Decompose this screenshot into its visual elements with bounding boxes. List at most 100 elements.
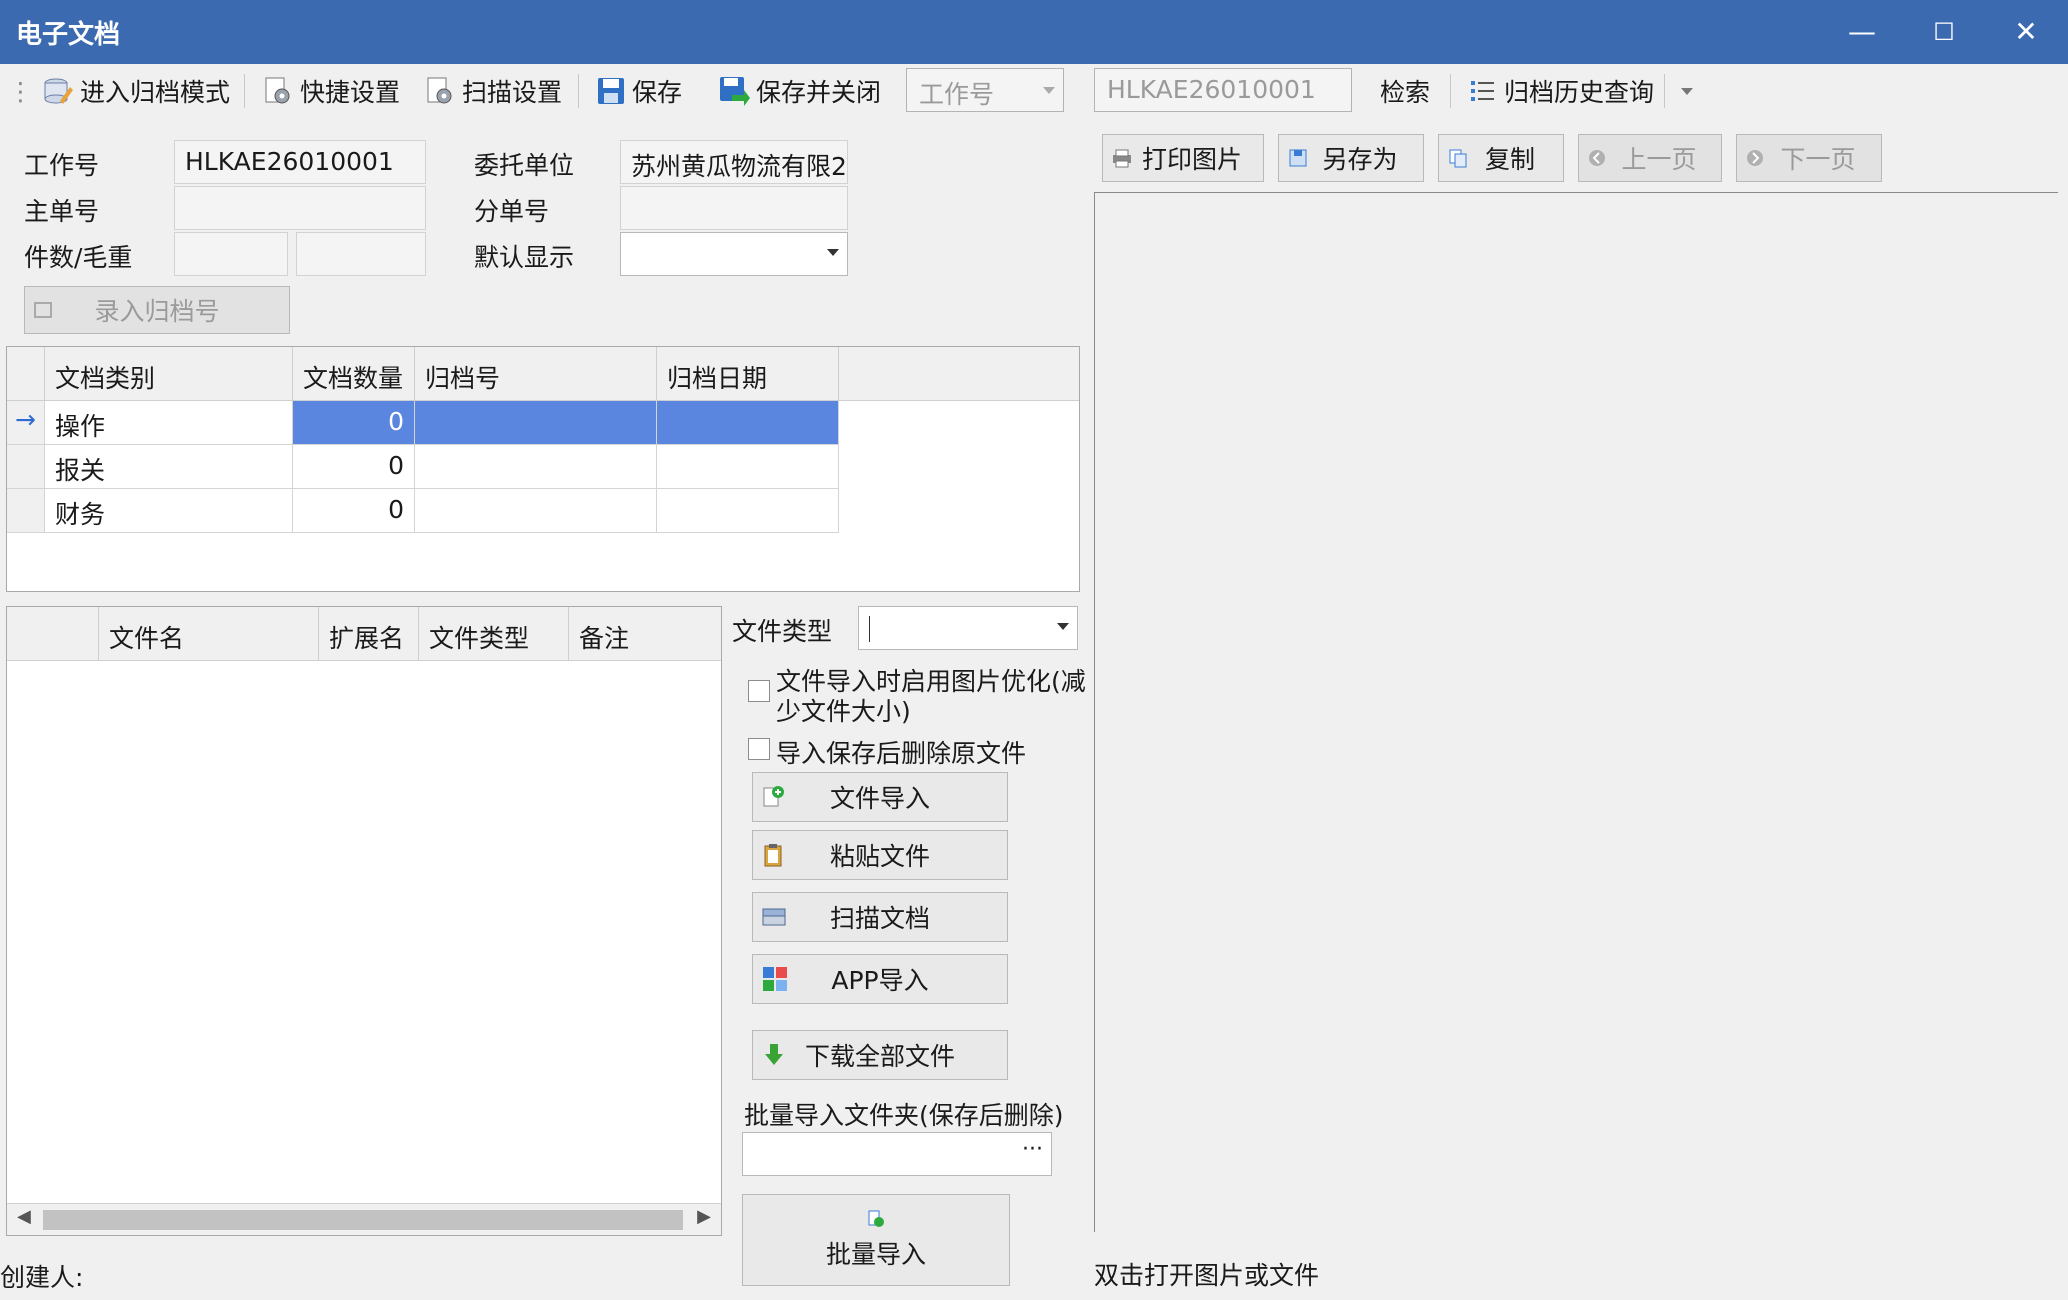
column-header-count[interactable]: 文档数量 [293, 347, 415, 401]
search-field-dropdown[interactable]: 工作号 [906, 68, 1064, 112]
app-import-button[interactable]: APP导入 [752, 954, 1008, 1004]
archive-history-button[interactable]: 归档历史查询 [1468, 70, 1654, 112]
scroll-left-icon[interactable]: ◀ [17, 1206, 31, 1227]
table-row-cell[interactable]: 报关 [45, 445, 293, 489]
optimize-images-checkbox[interactable] [748, 680, 770, 702]
house-no-label: 分单号 [474, 197, 550, 226]
browse-folder-button[interactable]: ··· [1022, 1137, 1043, 1162]
toolbar: ⋮ 进入归档模式 快捷设置 扫描设置 保存 保存并关闭 工作号 HLKAE260… [0, 64, 2068, 118]
file-import-button[interactable]: 文件导入 [752, 772, 1008, 822]
maximize-button[interactable]: ☐ [1904, 0, 1984, 64]
column-header-category[interactable]: 文档类别 [45, 347, 293, 401]
copy-button[interactable]: 复制 [1438, 134, 1564, 182]
save-close-button[interactable]: 保存并关闭 [718, 70, 881, 112]
table-row-cell[interactable]: 0 [293, 445, 415, 489]
column-header-archive-no[interactable]: 归档号 [415, 347, 657, 401]
search-field-value: 工作号 [919, 80, 995, 109]
batch-folder-label: 批量导入文件夹(保存后删除) [744, 1101, 1064, 1130]
save-button[interactable]: 保存 [596, 70, 682, 112]
next-page-button[interactable]: 下一页 [1736, 134, 1882, 182]
scan-settings-button[interactable]: 扫描设置 [424, 70, 562, 112]
job-no-value: HLKAE26010001 [185, 147, 394, 176]
quick-settings-button[interactable]: 快捷设置 [262, 70, 400, 112]
master-no-field[interactable] [174, 186, 426, 230]
image-viewer[interactable] [1094, 192, 2058, 1232]
next-arrow-icon [1747, 150, 1763, 166]
app-import-label: APP导入 [831, 966, 929, 995]
column-header-file-type[interactable]: 文件类型 [419, 607, 569, 661]
scrollbar-thumb[interactable] [43, 1210, 683, 1230]
toolbar-grip[interactable]: ⋮ [8, 70, 33, 112]
archive-history-label: 归档历史查询 [1504, 78, 1655, 107]
file-import-label: 文件导入 [829, 784, 930, 813]
save-close-icon [720, 77, 750, 106]
paste-file-button[interactable]: 粘贴文件 [752, 830, 1008, 880]
search-input[interactable]: HLKAE26010001 [1094, 68, 1352, 112]
job-no-field[interactable]: HLKAE26010001 [174, 140, 426, 184]
scan-document-label: 扫描文档 [829, 904, 930, 933]
app-grid-icon [763, 967, 787, 991]
table-row-cell[interactable] [657, 401, 839, 445]
batch-import-label: 批量导入 [825, 1240, 926, 1269]
scroll-right-icon[interactable]: ▶ [697, 1206, 711, 1227]
paste-file-label: 粘贴文件 [829, 842, 930, 871]
enter-archive-no-button[interactable]: 录入归档号 [24, 286, 290, 334]
toolbar-separator [578, 74, 579, 108]
default-display-dropdown[interactable] [620, 232, 848, 276]
archive-mode-button[interactable]: 进入归档模式 [42, 70, 230, 112]
batch-import-button[interactable]: 批量导入 [742, 1194, 1010, 1286]
gear-document-icon [265, 77, 290, 104]
text-cursor [869, 616, 870, 642]
table-row-cell[interactable]: 财务 [45, 489, 293, 533]
clipboard-icon [764, 844, 782, 867]
table-row-cell[interactable]: 0 [293, 489, 415, 533]
print-image-button[interactable]: 打印图片 [1102, 134, 1264, 182]
prev-page-button[interactable]: 上一页 [1578, 134, 1722, 182]
chevron-down-icon [1681, 87, 1693, 95]
row-header[interactable] [7, 489, 45, 533]
creator-label: 创建人: [0, 1263, 84, 1292]
save-label: 保存 [632, 78, 683, 107]
table-row-cell[interactable]: 0 [293, 401, 415, 445]
horizontal-scrollbar[interactable]: ◀ ▶ [7, 1203, 721, 1235]
download-all-button[interactable]: 下载全部文件 [752, 1030, 1008, 1080]
minimize-button[interactable]: — [1822, 0, 1902, 64]
pieces-field[interactable] [174, 232, 288, 276]
table-row-cell[interactable] [657, 489, 839, 533]
column-header-extension[interactable]: 扩展名 [319, 607, 419, 661]
table-row-cell[interactable] [657, 445, 839, 489]
save-as-button[interactable]: 另存为 [1278, 134, 1424, 182]
column-header-archive-date[interactable]: 归档日期 [657, 347, 839, 401]
archive-pencil-icon [44, 78, 73, 104]
delete-after-import-checkbox[interactable] [748, 738, 770, 760]
house-no-field[interactable] [620, 186, 848, 230]
file-add-icon [763, 786, 784, 807]
file-type-dropdown[interactable] [858, 606, 1078, 650]
column-header-remark[interactable]: 备注 [569, 607, 721, 661]
table-row-cell[interactable]: 操作 [45, 401, 293, 445]
chevron-down-icon [1043, 87, 1055, 94]
scan-document-button[interactable]: 扫描文档 [752, 892, 1008, 942]
chevron-down-icon [827, 249, 839, 256]
table-row-cell[interactable] [415, 401, 657, 445]
optimize-images-label-line2: 少文件大小) [776, 697, 911, 726]
current-row-arrow-icon[interactable]: → [7, 401, 45, 445]
list-icon [1471, 81, 1494, 101]
download-arrow-icon [765, 1044, 783, 1065]
search-button[interactable]: 检索 [1380, 70, 1430, 112]
table-row-cell[interactable] [415, 445, 657, 489]
row-header[interactable] [7, 445, 45, 489]
weight-field[interactable] [296, 232, 426, 276]
batch-folder-input[interactable]: ··· [742, 1132, 1052, 1176]
printer-icon [1113, 149, 1131, 168]
save-close-label: 保存并关闭 [756, 78, 882, 107]
table-row-cell[interactable] [415, 489, 657, 533]
quick-settings-label: 快捷设置 [300, 78, 401, 107]
batch-import-icon [868, 1210, 884, 1227]
copy-icon [1449, 149, 1467, 168]
column-header-filename[interactable]: 文件名 [99, 607, 319, 661]
toolbar-overflow-button[interactable] [1672, 70, 1702, 112]
pieces-weight-label: 件数/毛重 [24, 243, 133, 272]
close-button[interactable]: ✕ [1986, 0, 2066, 64]
client-field[interactable]: 苏州黄瓜物流有限2 [620, 140, 848, 184]
